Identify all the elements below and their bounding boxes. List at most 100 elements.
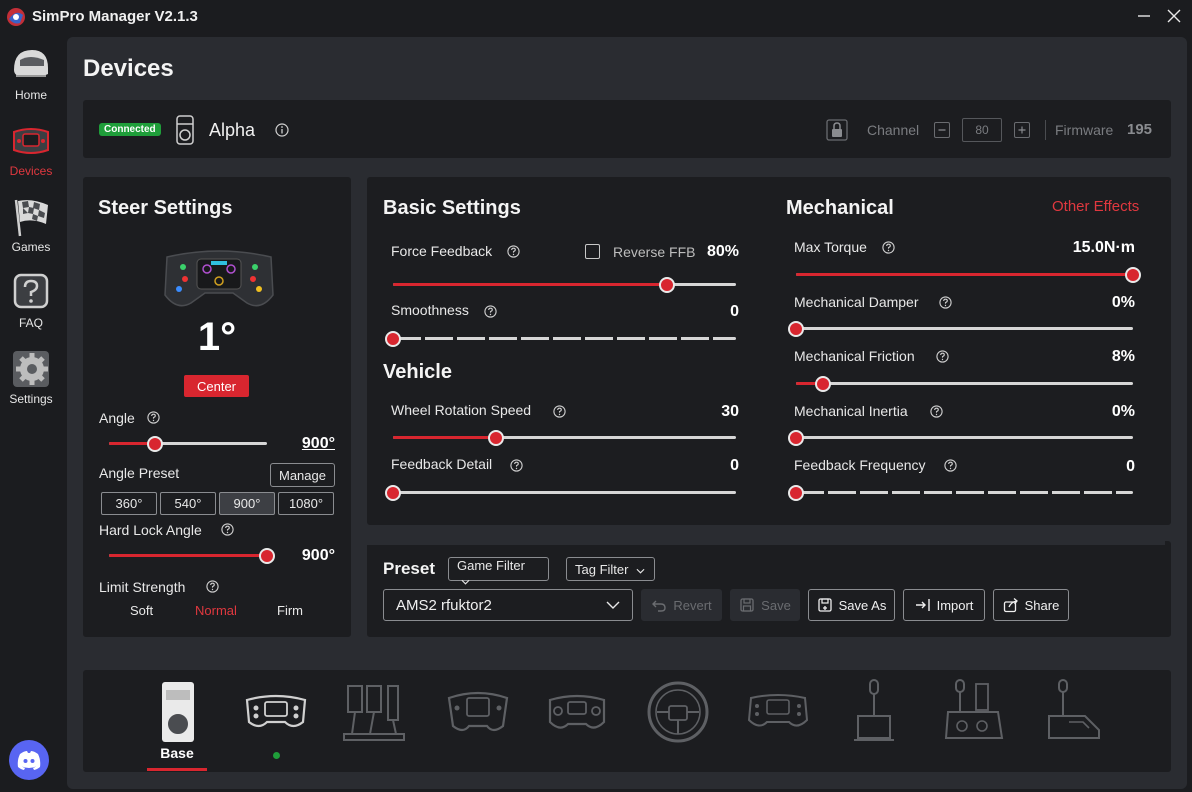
slider-knob[interactable] (788, 321, 804, 337)
device-gamepad-wheel[interactable] (542, 676, 612, 746)
save-as-label: Save As (838, 597, 887, 613)
preset-select[interactable]: AMS2 rfuktor2 (383, 589, 633, 621)
angle-slider[interactable] (109, 436, 267, 452)
device-f1-wheel[interactable] (743, 676, 813, 746)
limit-strength-soft[interactable]: Soft (130, 603, 153, 618)
slider-knob[interactable] (259, 548, 275, 564)
mechanical-damper-slider[interactable] (788, 321, 1133, 337)
slider-knob[interactable] (487, 430, 504, 446)
feedback-frequency-slider[interactable] (788, 485, 1133, 501)
minimize-icon[interactable] (1134, 6, 1154, 26)
share-button[interactable]: Share (993, 589, 1069, 621)
feedback-detail-slider[interactable] (385, 485, 736, 501)
reverse-ffb-checkbox[interactable] (585, 244, 600, 259)
steer-settings-title: Steer Settings (98, 197, 233, 219)
slider-knob[interactable] (788, 430, 804, 446)
center-button[interactable]: Center (184, 375, 249, 397)
nav-item-faq[interactable]: FAQ (0, 272, 62, 338)
help-icon[interactable] (510, 459, 523, 472)
title-bar: SimPro Manager V2.1.3 (0, 0, 1192, 34)
mechanical-title: Mechanical (786, 197, 894, 219)
device-pedals[interactable] (340, 676, 410, 746)
help-icon[interactable] (882, 241, 895, 254)
round-wheel-icon (647, 681, 709, 743)
device-round-wheel[interactable] (643, 676, 713, 746)
help-icon[interactable] (507, 245, 520, 258)
angle-preset-360[interactable]: 360° (101, 492, 157, 515)
mechanical-friction-slider[interactable] (796, 376, 1133, 392)
angle-preset-1080[interactable]: 1080° (278, 492, 334, 515)
other-effects-link[interactable]: Other Effects (1052, 198, 1139, 215)
force-feedback-slider[interactable] (393, 277, 736, 293)
nav-item-devices[interactable]: Devices (0, 120, 62, 186)
import-button[interactable]: Import (903, 589, 985, 621)
help-icon[interactable] (553, 405, 566, 418)
nav-item-games[interactable]: Games (0, 196, 62, 262)
nav-item-home[interactable]: Home (0, 44, 62, 110)
pedals-icon (343, 685, 405, 741)
tag-filter-dropdown[interactable]: Tag Filter (566, 557, 655, 581)
angle-label: Angle (99, 410, 135, 426)
import-label: Import (936, 597, 974, 613)
device-formula-wheel[interactable] (241, 676, 311, 746)
help-icon[interactable] (930, 405, 943, 418)
smoothness-slider[interactable] (385, 331, 736, 347)
angle-preset-900[interactable]: 900° (219, 492, 275, 515)
slider-knob[interactable] (146, 436, 163, 452)
revert-button[interactable]: Revert (641, 589, 722, 621)
help-icon[interactable] (206, 580, 219, 593)
device-base[interactable] (142, 676, 212, 746)
nav-item-settings[interactable]: Settings (0, 348, 62, 414)
max-torque-slider[interactable] (796, 267, 1141, 283)
limit-strength-normal[interactable]: Normal (195, 603, 237, 618)
hard-lock-label: Hard Lock Angle (99, 522, 202, 538)
wheel-rotation-speed-slider[interactable] (393, 430, 736, 446)
helmet-icon (14, 50, 48, 77)
limit-strength-firm[interactable]: Firm (277, 603, 303, 618)
page-title: Devices (83, 55, 174, 82)
reverse-ffb-label: Reverse FFB (613, 244, 696, 260)
channel-label: Channel (867, 122, 920, 138)
smoothness-value: 0 (730, 303, 739, 320)
help-icon[interactable] (936, 350, 949, 363)
help-icon[interactable] (221, 523, 234, 536)
save-button[interactable]: Save (730, 589, 800, 621)
close-icon[interactable] (1164, 6, 1184, 26)
slider-knob[interactable] (659, 277, 676, 293)
angle-preset-540[interactable]: 540° (160, 492, 216, 515)
discord-button[interactable] (9, 740, 49, 780)
preset-title: Preset (383, 559, 435, 578)
sidebar-nav: Home Devices Games FAQ Settings (0, 38, 62, 792)
slider-knob[interactable] (788, 485, 804, 501)
help-icon[interactable] (939, 296, 952, 309)
help-icon[interactable] (944, 459, 957, 472)
angle-preset-label: Angle Preset (99, 465, 180, 481)
lock-icon[interactable] (826, 119, 848, 141)
slider-knob[interactable] (1125, 267, 1141, 283)
device-h-shifter[interactable] (1039, 676, 1109, 746)
device-sequential-shifter[interactable] (940, 676, 1010, 746)
device-gt-wheel[interactable] (443, 676, 513, 746)
save-as-button[interactable]: Save As (808, 589, 895, 621)
game-filter-dropdown[interactable]: Game Filter (448, 557, 549, 585)
slider-knob[interactable] (814, 376, 831, 392)
mechanical-inertia-value: 0% (1111, 403, 1135, 420)
channel-input[interactable] (962, 118, 1002, 142)
info-icon[interactable] (275, 123, 289, 137)
slider-knob[interactable] (385, 485, 401, 501)
mechanical-inertia-slider[interactable] (788, 430, 1133, 446)
vehicle-title: Vehicle (383, 361, 452, 383)
channel-increment-button[interactable] (1014, 122, 1030, 138)
slider-knob[interactable] (385, 331, 401, 347)
mechanical-friction-value: 8% (1111, 348, 1135, 365)
manage-presets-button[interactable]: Manage (270, 463, 335, 487)
device-handbrake[interactable] (840, 676, 910, 746)
channel-decrement-button[interactable] (934, 122, 950, 138)
help-icon[interactable] (484, 305, 497, 318)
nav-label-home: Home (14, 88, 47, 102)
device-strip: Base (83, 670, 1171, 772)
help-icon[interactable] (147, 411, 160, 424)
smoothness-label: Smoothness (391, 302, 469, 318)
hard-lock-slider[interactable] (109, 548, 275, 564)
horizontal-scrollbar[interactable] (367, 541, 1165, 545)
